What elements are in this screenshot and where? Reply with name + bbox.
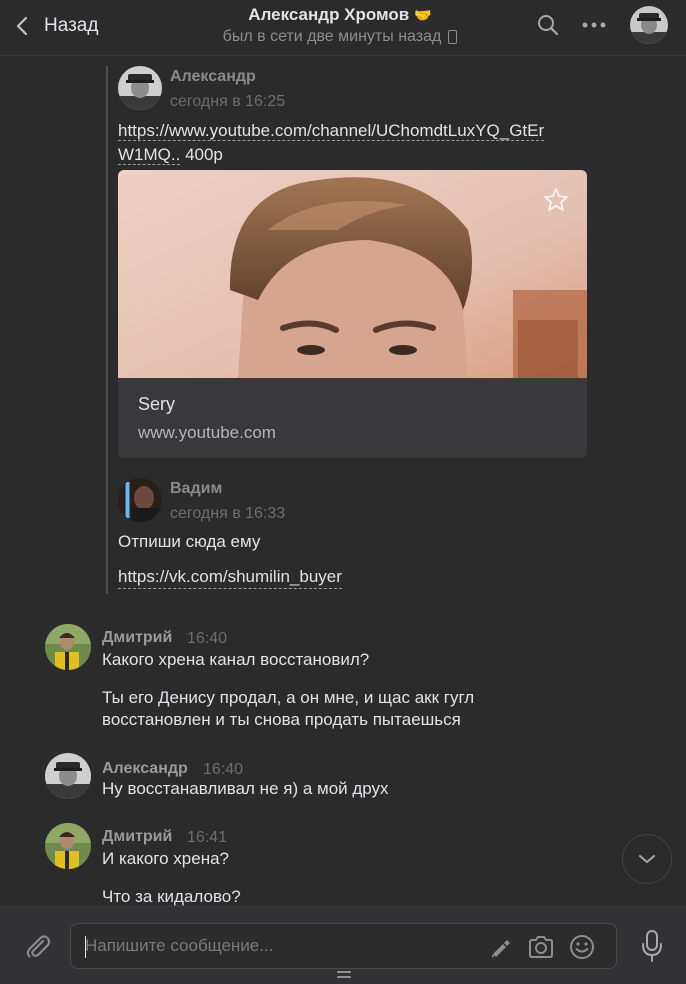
forward-author-name[interactable]: Александр (170, 68, 256, 86)
sender-name[interactable]: Дмитрий (102, 828, 172, 846)
message-time: 16:41 (187, 829, 228, 846)
sender-avatar[interactable] (45, 624, 91, 670)
text-cursor (85, 936, 86, 958)
youtube-link[interactable]: https://www.youtube.com/channel/UChomdtL… (118, 121, 545, 141)
message-time: 16:40 (203, 761, 244, 778)
forward-author-avatar[interactable] (118, 478, 162, 522)
youtube-link-end[interactable]: W1MQ.. (118, 145, 181, 165)
forwarded-messages[interactable]: Александр сегодня в 16:25 https://www.yo… (106, 66, 596, 594)
message-text: восстановлен и ты снова продать пытаешьс… (102, 710, 461, 729)
sender-avatar[interactable] (45, 823, 91, 869)
vk-link[interactable]: https://vk.com/shumilin_buyer (118, 566, 342, 589)
link-preview-card[interactable]: Sery www.youtube.com (118, 170, 587, 458)
sender-avatar[interactable] (45, 753, 91, 799)
chat-title-block[interactable]: Александр Хромов 🤝 был в сети две минуты… (180, 5, 500, 46)
contact-avatar[interactable] (630, 6, 668, 44)
sender-name[interactable]: Александр (102, 760, 188, 778)
mobile-icon (448, 30, 458, 44)
preview-image (118, 170, 587, 378)
message-input[interactable] (85, 934, 465, 958)
message-text: Какого хрена канал восстановил? (102, 650, 370, 669)
message-text: Ты его Денису продал, а он мне, и щас ак… (102, 688, 475, 707)
chat-title: Александр Хромов 🤝 (248, 5, 431, 25)
back-button[interactable]: Назад (14, 12, 98, 40)
smile-icon[interactable] (569, 934, 595, 960)
title-emoji: 🤝 (414, 6, 432, 23)
contact-name: Александр Хромов (248, 5, 410, 24)
forward-author-avatar[interactable] (118, 66, 162, 110)
card-url: www.youtube.com (138, 423, 276, 442)
search-icon[interactable] (536, 13, 560, 37)
drag-handle-icon[interactable] (337, 971, 351, 979)
microphone-icon[interactable] (640, 929, 664, 963)
forward-time: сегодня в 16:33 (170, 505, 286, 522)
chevron-down-icon (639, 855, 655, 863)
message-input-box[interactable] (70, 923, 617, 969)
message-composer (0, 906, 686, 984)
paperclip-icon[interactable] (22, 931, 52, 961)
message-time: 16:40 (187, 630, 228, 647)
forward-time: сегодня в 16:25 (170, 93, 286, 110)
chat-header: Назад Александр Хромов 🤝 был в сети две … (0, 0, 686, 56)
message-text: Что за кидалово? (102, 887, 241, 906)
card-title: Sery (138, 394, 176, 414)
graffiti-icon[interactable] (489, 936, 513, 958)
camera-icon[interactable] (527, 934, 555, 960)
chevron-left-icon (16, 16, 28, 36)
status-text: был в сети две минуты назад (222, 28, 442, 45)
message-text: И какого хрена? (102, 849, 230, 868)
star-icon[interactable] (542, 186, 570, 214)
back-label: Назад (44, 15, 99, 36)
forward-author-name[interactable]: Вадим (170, 480, 222, 498)
price-text: 400р (180, 145, 223, 164)
forward-text: Отпиши сюда ему (118, 532, 261, 551)
sender-name[interactable]: Дмитрий (102, 629, 172, 647)
message-text: Ну восстанавливал не я) а мой друх (102, 779, 389, 798)
forward-link-text: https://www.youtube.com/channel/UChomdtL… (118, 119, 545, 167)
online-status: был в сети две минуты назад (223, 28, 458, 46)
scroll-down-button[interactable] (622, 834, 672, 884)
more-icon[interactable] (580, 13, 608, 37)
